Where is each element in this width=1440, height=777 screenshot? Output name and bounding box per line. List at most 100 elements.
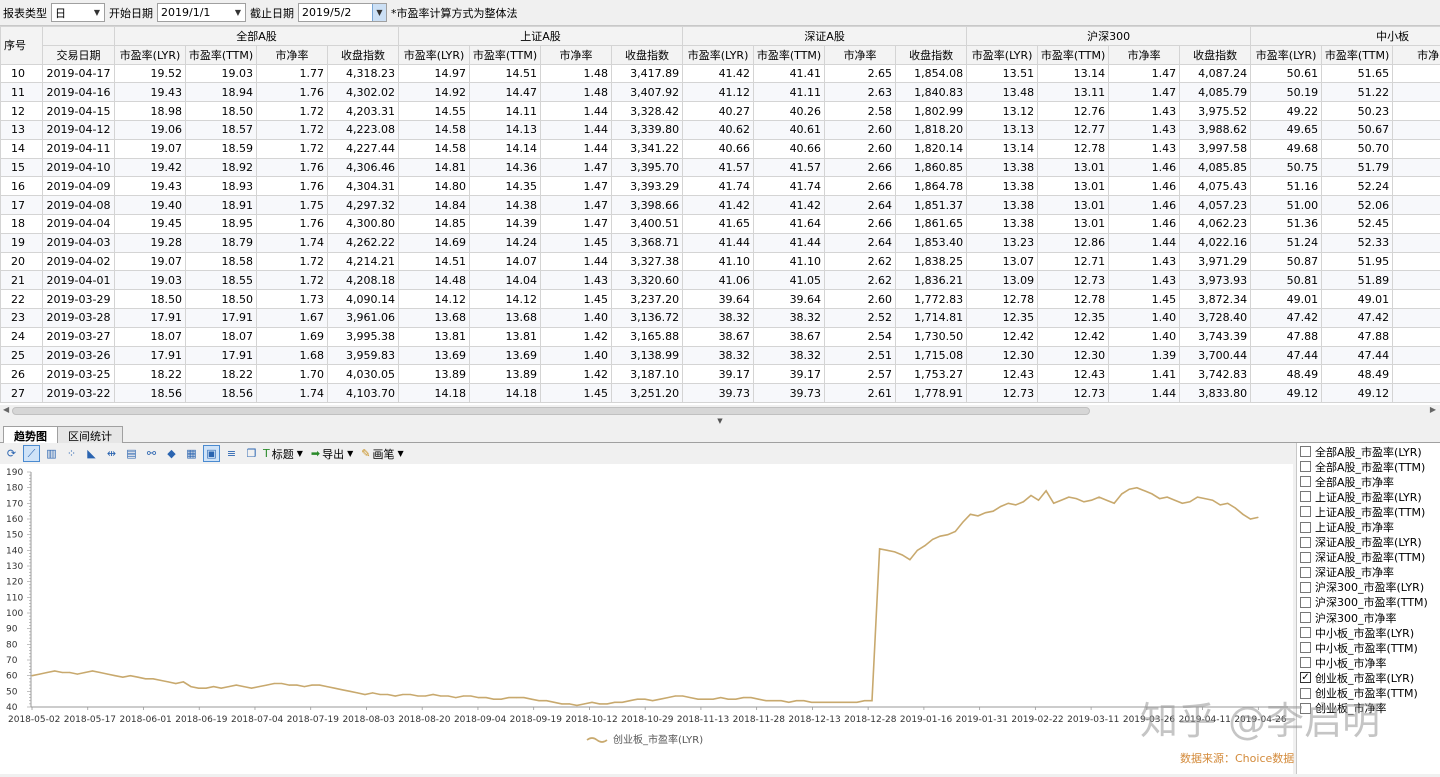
table-row[interactable]: 242019-03-2718.0718.071.693,995.3813.811… [1,327,1440,346]
table-cell[interactable]: 14.38 [470,196,541,215]
table-cell[interactable]: 1.69 [257,327,328,346]
table-cell[interactable]: 3,973.93 [1180,271,1251,290]
table-cell[interactable]: 14.58 [399,139,470,158]
table-cell[interactable]: 1,836.21 [896,271,967,290]
table-cell[interactable]: 4,300.80 [328,214,399,233]
trade-date[interactable]: 2019-04-17 [43,64,115,83]
trade-date[interactable]: 2019-04-01 [43,271,115,290]
table-cell[interactable]: 1,854.08 [896,64,967,83]
checkbox[interactable] [1300,491,1311,502]
table-cell[interactable]: 1.47 [541,177,612,196]
table-cell[interactable] [1393,271,1440,290]
table-cell[interactable]: 14.58 [399,120,470,139]
table-cell[interactable]: 19.06 [115,120,186,139]
table-row[interactable]: 272019-03-2218.5618.561.744,103.7014.181… [1,384,1440,403]
table-cell[interactable]: 2.66 [825,214,896,233]
table-cell[interactable]: 17.91 [186,308,257,327]
table-cell[interactable]: 18.91 [186,196,257,215]
table-cell[interactable]: 1.70 [257,365,328,384]
row-index[interactable]: 12 [1,102,43,121]
scrollbar-thumb[interactable] [12,407,1090,415]
col-header[interactable]: 市盈率(TTM) [1038,45,1109,64]
table-cell[interactable]: 2.61 [825,384,896,403]
table-cell[interactable]: 1.43 [1109,139,1180,158]
trade-date[interactable]: 2019-03-27 [43,327,115,346]
table-cell[interactable]: 18.58 [186,252,257,271]
table-cell[interactable]: 3,407.92 [612,83,683,102]
table-cell[interactable]: 19.07 [115,252,186,271]
table-cell[interactable]: 4,103.70 [328,384,399,403]
table-cell[interactable]: 14.92 [399,83,470,102]
table-cell[interactable]: 1.46 [1109,214,1180,233]
table-cell[interactable]: 18.07 [115,327,186,346]
trade-date[interactable]: 2019-04-15 [43,102,115,121]
table-cell[interactable]: 13.01 [1038,158,1109,177]
table-cell[interactable]: 12.78 [1038,290,1109,309]
table-cell[interactable]: 1.45 [541,290,612,309]
table-cell[interactable]: 18.79 [186,233,257,252]
table-cell[interactable]: 1.76 [257,158,328,177]
table-row[interactable]: 262019-03-2518.2218.221.704,030.0513.891… [1,365,1440,384]
tag-icon[interactable]: ◆ [163,445,180,462]
row-index[interactable]: 20 [1,252,43,271]
table-cell[interactable]: 13.01 [1038,177,1109,196]
chevron-down-icon[interactable]: ▼ [231,4,245,21]
table-cell[interactable]: 14.13 [470,120,541,139]
series-checkbox-item[interactable]: 深证A股_市盈率(LYR) [1297,535,1440,550]
table-cell[interactable]: 1.45 [541,233,612,252]
table-cell[interactable]: 18.50 [186,102,257,121]
row-index[interactable]: 15 [1,158,43,177]
table-cell[interactable]: 51.79 [1322,158,1393,177]
table-cell[interactable]: 12.42 [967,327,1038,346]
table-cell[interactable]: 4,304.31 [328,177,399,196]
table-row[interactable]: 102019-04-1719.5219.031.774,318.2314.971… [1,64,1440,83]
table-cell[interactable]: 2.65 [825,64,896,83]
table-cell[interactable]: 40.66 [683,139,754,158]
table-cell[interactable]: 14.84 [399,196,470,215]
table-cell[interactable]: 3,743.39 [1180,327,1251,346]
table-cell[interactable] [1393,64,1440,83]
table-cell[interactable]: 12.35 [967,308,1038,327]
table-cell[interactable]: 1.40 [541,346,612,365]
list-view-icon[interactable]: ≡ [223,445,240,462]
table-cell[interactable]: 47.88 [1322,327,1393,346]
table-cell[interactable]: 1.74 [257,384,328,403]
table-cell[interactable] [1393,214,1440,233]
table-cell[interactable]: 18.94 [186,83,257,102]
col-header[interactable]: 收盘指数 [328,45,399,64]
table-cell[interactable]: 4,297.32 [328,196,399,215]
table-cell[interactable]: 40.62 [683,120,754,139]
col-header[interactable]: 市盈率(LYR) [967,45,1038,64]
table-cell[interactable]: 3,328.42 [612,102,683,121]
table-cell[interactable]: 38.67 [683,327,754,346]
table-cell[interactable]: 1.72 [257,271,328,290]
table-cell[interactable]: 19.52 [115,64,186,83]
table-cell[interactable]: 1.42 [541,365,612,384]
table-cell[interactable]: 13.14 [967,139,1038,158]
table-cell[interactable]: 12.73 [967,384,1038,403]
table-cell[interactable]: 1.39 [1109,346,1180,365]
checkbox[interactable] [1300,552,1311,563]
row-index[interactable]: 10 [1,64,43,83]
table-cell[interactable]: 2.52 [825,308,896,327]
table-cell[interactable]: 3,971.29 [1180,252,1251,271]
trade-date[interactable]: 2019-04-02 [43,252,115,271]
trade-date[interactable]: 2019-04-16 [43,83,115,102]
table-row[interactable]: 192019-04-0319.2818.791.744,262.2214.691… [1,233,1440,252]
table-cell[interactable]: 48.49 [1251,365,1322,384]
table-cell[interactable]: 1,851.37 [896,196,967,215]
table-cell[interactable]: 3,872.34 [1180,290,1251,309]
table-cell[interactable]: 39.73 [683,384,754,403]
table-cell[interactable]: 13.01 [1038,214,1109,233]
table-cell[interactable]: 41.10 [683,252,754,271]
group-header[interactable]: 沪深300 [967,27,1251,46]
table-cell[interactable]: 14.36 [470,158,541,177]
table-cell[interactable]: 52.06 [1322,196,1393,215]
table-cell[interactable]: 13.38 [967,214,1038,233]
table-cell[interactable]: 50.70 [1322,139,1393,158]
table-cell[interactable]: 52.45 [1322,214,1393,233]
col-header[interactable]: 市净 [1393,45,1440,64]
table-cell[interactable]: 1.46 [1109,196,1180,215]
table-cell[interactable]: 51.24 [1251,233,1322,252]
table-cell[interactable]: 13.81 [470,327,541,346]
